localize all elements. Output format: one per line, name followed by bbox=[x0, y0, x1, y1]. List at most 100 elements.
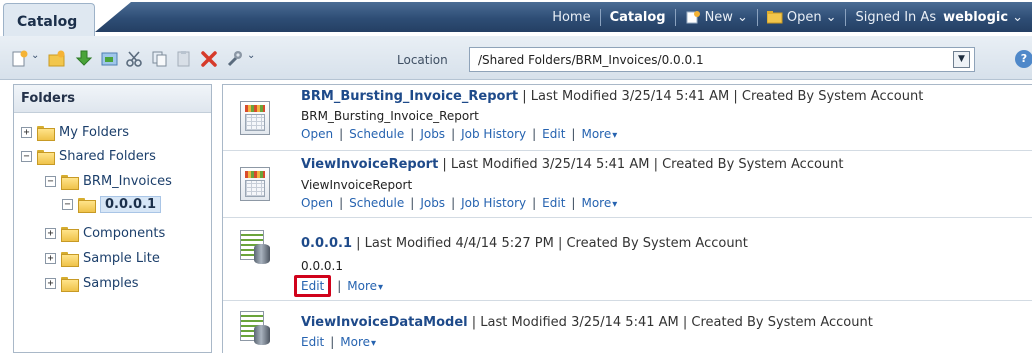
folder-icon bbox=[37, 149, 55, 165]
data-model-icon[interactable] bbox=[240, 230, 272, 264]
chevron-down-icon: ⌄ bbox=[825, 9, 837, 25]
edit-link[interactable]: Edit bbox=[294, 275, 332, 297]
help-icon[interactable]: ? bbox=[1015, 50, 1032, 68]
more-menu-link[interactable]: More bbox=[581, 127, 617, 141]
item-actions: Open | Schedule | Jobs | Job History | Edit |… bbox=[301, 127, 617, 141]
item-meta: | Last Modified 3/25/14 5:41 AM | Create… bbox=[442, 157, 844, 172]
catalog-item: ViewInvoiceReport | Last Modified 3/25/1… bbox=[223, 151, 1032, 218]
header-bar: Catalog Home Catalog New ⌄ Open ⌄ Signed… bbox=[0, 0, 1032, 36]
item-name-link[interactable]: BRM_Bursting_Invoice_Report bbox=[301, 89, 518, 104]
signed-in-label: Signed In As bbox=[855, 9, 937, 25]
more-menu-link[interactable]: More bbox=[340, 335, 376, 349]
expand-icon[interactable]: + bbox=[21, 126, 32, 138]
item-actions: Edit | More bbox=[301, 335, 376, 349]
new-object-icon[interactable] bbox=[10, 49, 30, 69]
tree-node-label[interactable]: Shared Folders bbox=[59, 149, 156, 164]
tree-node-label[interactable]: BRM_Invoices bbox=[83, 174, 172, 189]
catalog-toolbar: ⌄ ⌄ Location /Shared Folders/BRM_Invoice… bbox=[0, 36, 1032, 80]
copy-icon[interactable] bbox=[150, 49, 170, 69]
signed-in-menu[interactable]: Signed In As weblogic ⌄ bbox=[846, 10, 1032, 25]
edit-link[interactable]: Edit bbox=[301, 335, 324, 349]
chevron-down-icon[interactable]: ⌄ bbox=[247, 50, 255, 61]
folder-icon bbox=[37, 125, 55, 141]
delete-icon[interactable] bbox=[199, 49, 219, 69]
paste-icon[interactable] bbox=[174, 49, 194, 69]
tree-node-shared-folders[interactable]: − Shared Folders bbox=[21, 145, 156, 167]
folder-icon bbox=[61, 251, 79, 267]
location-label: Location bbox=[397, 53, 448, 67]
folder-icon bbox=[61, 174, 79, 190]
nav-open-label: Open bbox=[786, 9, 822, 25]
collapse-icon[interactable]: − bbox=[21, 150, 32, 162]
collapse-icon[interactable]: − bbox=[45, 175, 56, 187]
cut-icon[interactable] bbox=[124, 49, 144, 69]
report-icon[interactable] bbox=[240, 101, 272, 135]
tree-node-label[interactable]: Samples bbox=[83, 276, 139, 291]
tree-node-brm-invoices[interactable]: − BRM_Invoices bbox=[45, 170, 172, 192]
signed-in-user: weblogic bbox=[943, 9, 1009, 25]
tree-node-label-selected[interactable]: 0.0.0.1 bbox=[100, 195, 161, 213]
tree-node-sample-lite[interactable]: + Sample Lite bbox=[45, 247, 160, 269]
chevron-down-icon[interactable]: ⌄ bbox=[31, 50, 39, 61]
nav-catalog-link[interactable]: Catalog bbox=[601, 10, 675, 25]
tools-icon[interactable] bbox=[225, 49, 245, 69]
jobs-link[interactable]: Jobs bbox=[420, 127, 445, 141]
item-meta: | Last Modified 4/4/14 5:27 PM | Created… bbox=[356, 236, 748, 251]
open-folder-icon bbox=[766, 10, 783, 23]
job-history-link[interactable]: Job History bbox=[461, 127, 526, 141]
item-title-row: ViewInvoiceReport | Last Modified 3/25/1… bbox=[301, 157, 844, 172]
more-menu-link[interactable]: More bbox=[581, 196, 617, 210]
tree-node-0-0-0-1[interactable]: − 0.0.0.1 bbox=[62, 193, 161, 215]
location-value: /Shared Folders/BRM_Invoices/0.0.0.1 bbox=[478, 53, 704, 67]
more-menu-link[interactable]: More bbox=[347, 279, 383, 297]
upload-icon[interactable] bbox=[100, 49, 120, 69]
item-name-link[interactable]: ViewInvoiceDataModel bbox=[301, 315, 468, 330]
tree-node-label[interactable]: Components bbox=[83, 226, 165, 241]
catalog-tab[interactable]: Catalog bbox=[3, 3, 95, 36]
item-description: BRM_Bursting_Invoice_Report bbox=[301, 109, 479, 123]
new-document-icon bbox=[686, 10, 700, 23]
item-name-link[interactable]: ViewInvoiceReport bbox=[301, 157, 438, 172]
folders-pane: Folders + My Folders − Shared Folders − … bbox=[13, 84, 212, 353]
dropdown-arrow-icon[interactable]: ▼ bbox=[953, 51, 970, 68]
catalog-item: BRM_Bursting_Invoice_Report | Last Modif… bbox=[223, 85, 1032, 151]
nav-new-menu[interactable]: New ⌄ bbox=[676, 10, 757, 25]
open-link[interactable]: Open bbox=[301, 196, 333, 210]
tree-node-my-folders[interactable]: + My Folders bbox=[21, 121, 129, 143]
download-icon[interactable] bbox=[74, 49, 94, 69]
expand-icon[interactable]: + bbox=[45, 227, 56, 239]
job-history-link[interactable]: Job History bbox=[461, 196, 526, 210]
open-link[interactable]: Open bbox=[301, 127, 333, 141]
report-icon[interactable] bbox=[240, 167, 272, 201]
catalog-item: 0.0.0.1 | Last Modified 4/4/14 5:27 PM |… bbox=[223, 218, 1032, 301]
chevron-down-icon: ⌄ bbox=[1012, 9, 1023, 25]
folder-icon bbox=[61, 226, 79, 242]
catalog-content: BRM_Bursting_Invoice_Report | Last Modif… bbox=[222, 84, 1032, 353]
edit-link[interactable]: Edit bbox=[542, 196, 565, 210]
tree-node-samples[interactable]: + Samples bbox=[45, 272, 139, 294]
nav-home-link[interactable]: Home bbox=[543, 10, 599, 25]
nav-open-menu[interactable]: Open ⌄ bbox=[758, 10, 846, 25]
item-actions: Open | Schedule | Jobs | Job History | Edit |… bbox=[301, 196, 617, 210]
catalog-item: ViewInvoiceDataModel | Last Modified 3/2… bbox=[223, 301, 1032, 353]
item-actions: Edit | More bbox=[294, 275, 383, 297]
tree-node-label[interactable]: My Folders bbox=[59, 125, 129, 140]
nav-new-label: New bbox=[704, 9, 733, 25]
jobs-link[interactable]: Jobs bbox=[420, 196, 445, 210]
expand-icon[interactable]: + bbox=[45, 252, 56, 264]
chevron-down-icon: ⌄ bbox=[736, 9, 748, 25]
expand-icon[interactable]: + bbox=[45, 277, 56, 289]
tree-node-components[interactable]: + Components bbox=[45, 222, 165, 244]
location-field[interactable]: /Shared Folders/BRM_Invoices/0.0.0.1 ▼ bbox=[469, 47, 975, 72]
new-folder-icon[interactable] bbox=[47, 49, 67, 69]
schedule-link[interactable]: Schedule bbox=[349, 196, 404, 210]
schedule-link[interactable]: Schedule bbox=[349, 127, 404, 141]
item-title-row: BRM_Bursting_Invoice_Report | Last Modif… bbox=[301, 89, 923, 104]
global-nav-items: Home Catalog New ⌄ Open ⌄ Signed In As w… bbox=[543, 2, 1032, 32]
item-name-link[interactable]: 0.0.0.1 bbox=[301, 236, 352, 251]
item-description: 0.0.0.1 bbox=[301, 259, 343, 273]
data-model-icon[interactable] bbox=[240, 311, 272, 345]
tree-node-label[interactable]: Sample Lite bbox=[83, 251, 160, 266]
collapse-icon[interactable]: − bbox=[62, 198, 73, 210]
edit-link[interactable]: Edit bbox=[542, 127, 565, 141]
